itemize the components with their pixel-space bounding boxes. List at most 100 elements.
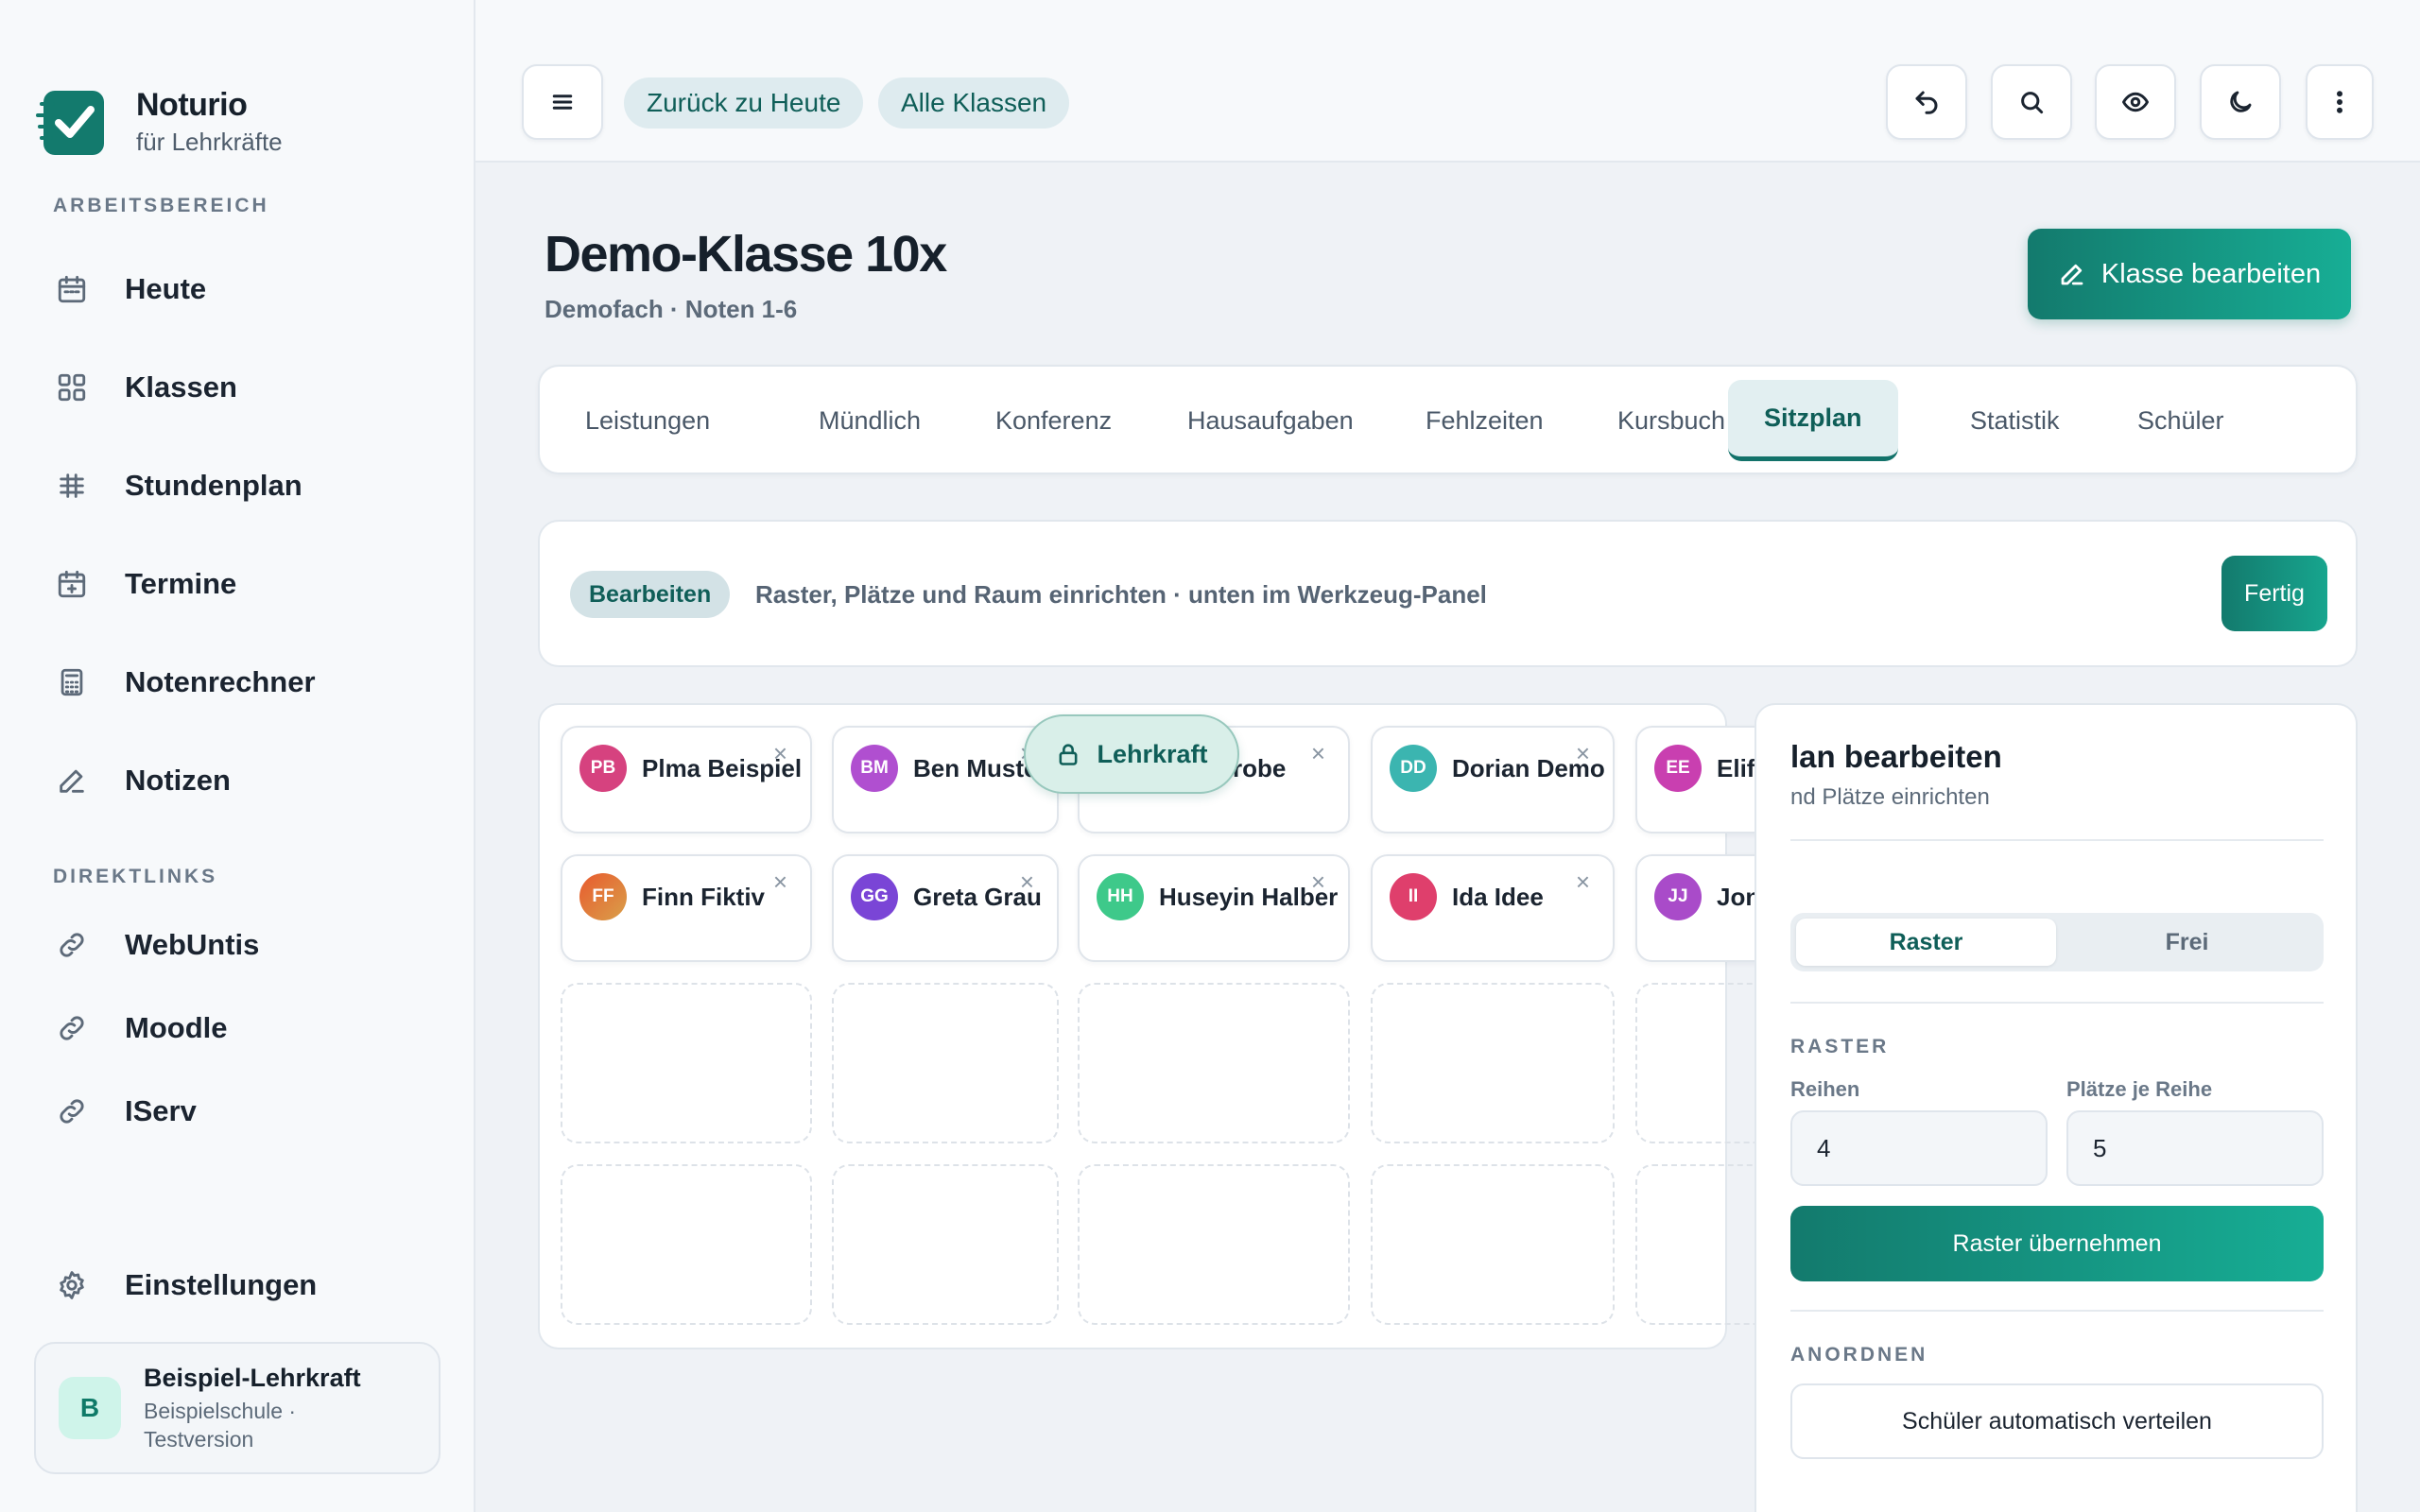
sidebar-link-label: IServ xyxy=(125,1094,197,1127)
back-to-today-button[interactable]: Zurück zu Heute xyxy=(624,77,864,129)
edit-class-label: Klasse bearbeiten xyxy=(2100,258,2322,289)
avatar: BM xyxy=(851,745,898,792)
avatar: HH xyxy=(1097,873,1144,920)
sidebar-link-iserv[interactable]: IServ xyxy=(53,1083,197,1140)
seat-card[interactable]: DD Dorian Demo × xyxy=(1371,726,1615,833)
dark-mode-button[interactable] xyxy=(2200,64,2281,140)
sidebar-link-webuntis[interactable]: WebUntis xyxy=(53,917,259,973)
edit-mode-badge: Bearbeiten xyxy=(570,571,731,618)
empty-seat[interactable] xyxy=(561,983,812,1143)
seat-card[interactable]: PB Plma Beispiel × xyxy=(561,726,812,833)
done-button[interactable]: Fertig xyxy=(2221,556,2327,631)
empty-seat[interactable] xyxy=(832,983,1059,1143)
menu-button[interactable] xyxy=(522,64,603,140)
tab-statistik[interactable]: Statistik xyxy=(1934,380,2096,461)
tab-sitzplan[interactable]: Sitzplan xyxy=(1728,380,1898,461)
sidebar-item-heute[interactable]: Heute xyxy=(53,261,206,318)
remove-student-button[interactable]: × xyxy=(773,869,787,894)
remove-student-button[interactable]: × xyxy=(773,741,787,765)
link-icon xyxy=(53,926,91,964)
sidebar-item-label: Notizen xyxy=(125,764,231,797)
search-icon xyxy=(2021,92,2044,114)
sidebar-item-klassen[interactable]: Klassen xyxy=(53,359,237,416)
sidebar-item-label: Termine xyxy=(125,567,237,600)
calendar-icon xyxy=(53,270,91,308)
remove-student-button[interactable]: × xyxy=(1311,741,1325,765)
sidebar-link-label: Moodle xyxy=(125,1011,228,1044)
teacher-desk-label: Lehrkraft xyxy=(1097,739,1208,768)
undo-button[interactable] xyxy=(1886,64,1967,140)
pencil-icon xyxy=(2061,264,2083,285)
tab-leistungen[interactable]: Leistungen xyxy=(549,380,746,461)
remove-student-button[interactable]: × xyxy=(1020,869,1034,894)
sidebar: Noturio für Lehrkräfte ARBEITSBEREICH He… xyxy=(0,0,475,1512)
seats-per-row-input[interactable] xyxy=(2066,1110,2324,1186)
user-card[interactable]: B Beispiel-Lehrkraft Beispielschule · Te… xyxy=(34,1342,441,1474)
calendar-plus-icon xyxy=(53,565,91,603)
sidebar-item-termine[interactable]: Termine xyxy=(53,556,236,612)
section-label-arrange: ANORDNEN xyxy=(1790,1344,1928,1366)
sidebar-item-einstellungen[interactable]: Einstellungen xyxy=(53,1257,317,1314)
rows-label: Reihen xyxy=(1790,1077,1860,1101)
sidebar-link-moodle[interactable]: Moodle xyxy=(53,1000,228,1057)
tab-bar: Leistungen Mündlich Konferenz Hausaufgab… xyxy=(538,365,2358,474)
mode-free-option[interactable]: Frei xyxy=(2057,919,2317,966)
tab-hausaufgaben[interactable]: Hausaufgaben xyxy=(1151,380,1390,461)
auto-distribute-button[interactable]: Schüler automatisch verteilen xyxy=(1790,1383,2324,1459)
empty-seat[interactable] xyxy=(1371,1164,1615,1325)
edit-mode-bar: Bearbeiten Raster, Plätze und Raum einri… xyxy=(538,520,2358,667)
preview-button[interactable] xyxy=(2095,64,2176,140)
gear-icon xyxy=(53,1266,91,1304)
lock-icon xyxy=(1060,744,1078,765)
tab-muendlich[interactable]: Mündlich xyxy=(783,380,957,461)
avatar: DD xyxy=(1390,745,1437,792)
remove-student-button[interactable]: × xyxy=(1311,869,1325,894)
link-icon xyxy=(53,1092,91,1130)
avatar: GG xyxy=(851,873,898,920)
avatar: FF xyxy=(579,873,627,920)
undo-icon xyxy=(1915,91,1938,114)
empty-seat[interactable] xyxy=(1078,983,1350,1143)
apply-grid-button[interactable]: Raster übernehmen xyxy=(1790,1206,2324,1281)
more-button[interactable] xyxy=(2306,64,2374,140)
teacher-desk-chip[interactable]: Lehrkraft xyxy=(1024,714,1239,794)
sidebar-item-notenrechner[interactable]: Notenrechner xyxy=(53,654,316,711)
sidebar-item-stundenplan[interactable]: Stundenplan xyxy=(53,457,302,514)
student-name: Finn Fiktiv xyxy=(642,883,765,911)
link-icon xyxy=(53,1009,91,1047)
brand[interactable]: Noturio für Lehrkräfte xyxy=(34,85,283,159)
tab-konferenz[interactable]: Konferenz xyxy=(959,380,1148,461)
student-name: Ben Muste xyxy=(913,754,1038,782)
avatar: JJ xyxy=(1654,873,1702,920)
empty-seat[interactable] xyxy=(561,1164,812,1325)
panel-title: lan bearbeiten xyxy=(1790,739,2002,774)
sidebar-item-label: Stundenplan xyxy=(125,469,302,502)
tab-schueler[interactable]: Schüler xyxy=(2101,380,2260,461)
layout-mode-toggle: Raster Frei xyxy=(1790,913,2324,971)
rows-input[interactable] xyxy=(1790,1110,2048,1186)
brand-subtitle: für Lehrkräfte xyxy=(136,128,283,156)
remove-student-button[interactable]: × xyxy=(1576,869,1590,894)
sidebar-item-label: Notenrechner xyxy=(125,665,316,698)
all-classes-button[interactable]: Alle Klassen xyxy=(878,77,1070,129)
seat-card[interactable]: HH Huseyin Halber × xyxy=(1078,854,1350,962)
divider xyxy=(1790,1310,2324,1312)
sidebar-item-label: Einstellungen xyxy=(125,1268,318,1301)
calculator-icon xyxy=(53,663,91,701)
section-label-links: DIREKTLINKS xyxy=(53,866,218,887)
remove-student-button[interactable]: × xyxy=(1576,741,1590,765)
empty-seat[interactable] xyxy=(832,1164,1059,1325)
empty-seat[interactable] xyxy=(1078,1164,1350,1325)
mode-grid-option[interactable]: Raster xyxy=(1796,919,2056,966)
seat-card[interactable]: II Ida Idee × xyxy=(1371,854,1615,962)
seat-card[interactable]: FF Finn Fiktiv × xyxy=(561,854,812,962)
avatar: B xyxy=(59,1377,121,1439)
sidebar-link-label: WebUntis xyxy=(125,928,260,961)
search-button[interactable] xyxy=(1991,64,2072,140)
empty-seat[interactable] xyxy=(1371,983,1615,1143)
menu-icon xyxy=(552,94,573,110)
tab-fehlzeiten[interactable]: Fehlzeiten xyxy=(1390,380,1580,461)
sidebar-item-notizen[interactable]: Notizen xyxy=(53,752,231,809)
seat-card[interactable]: GG Greta Grau × xyxy=(832,854,1059,962)
edit-class-button[interactable]: Klasse bearbeiten xyxy=(2028,229,2351,319)
